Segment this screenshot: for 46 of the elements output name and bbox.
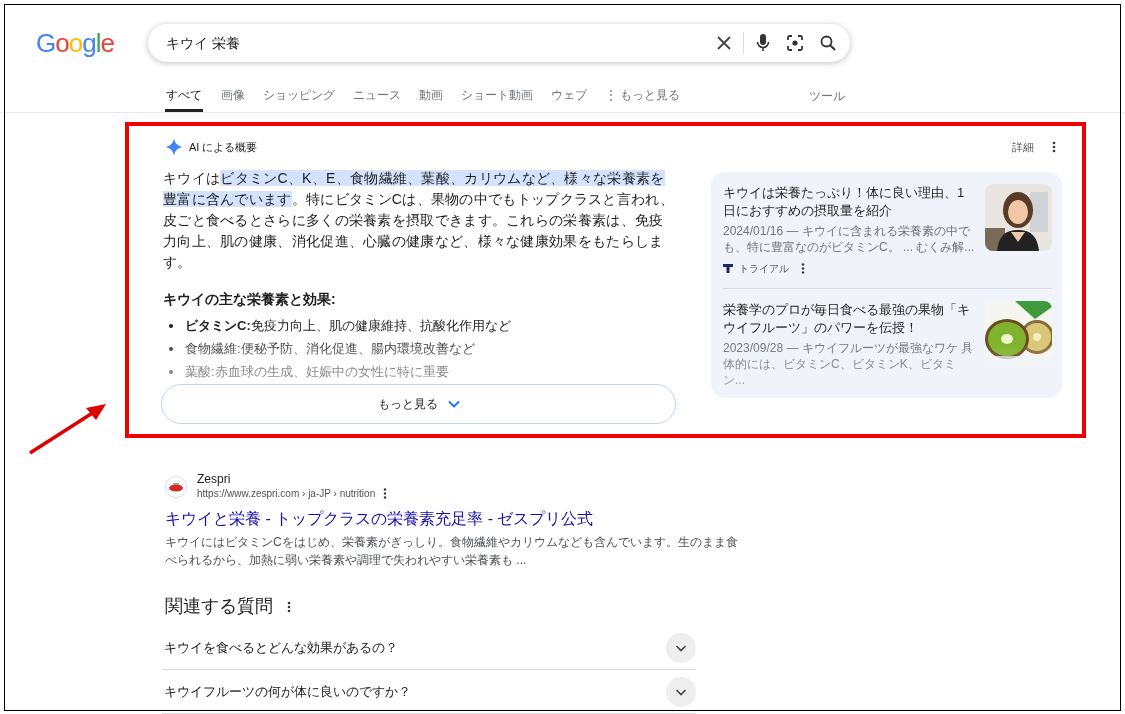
section-heading: キウイの主な栄養素と効果:: [163, 290, 337, 309]
search-tab[interactable]: ニュース: [353, 86, 401, 112]
sparkle-icon: [165, 138, 183, 156]
related-questions-heading: 関連する質問: [165, 595, 273, 618]
google-logo[interactable]: Google: [36, 23, 148, 63]
search-query: キウイ 栄養: [166, 33, 241, 53]
show-more-button[interactable]: もっと見る: [161, 384, 676, 424]
search-tab[interactable]: 動画: [419, 86, 443, 112]
source-title-link[interactable]: キウイは栄養たっぷり！体に良い理由、1日におすすめの摂取量を紹介: [723, 184, 977, 220]
source-name: トライアル: [739, 262, 789, 276]
search-icon[interactable]: [820, 35, 836, 51]
source-snippet: 2023/09/28 — キウイフルーツが最強なワケ 具体的には、ビタミンC、ビタミンK、ビタミン...: [723, 340, 975, 388]
more-options-icon[interactable]: [1052, 141, 1056, 153]
ai-overview-label: AI による概要: [189, 139, 258, 155]
bullet-text: 食物繊維:便秘予防、消化促進、腸内環境改善など: [185, 339, 475, 358]
overview-paragraph: キウイは ビタミンC、K、E、食物繊維、葉酸、カリウムなど、様々な栄養素を豊富に含んでいます。特にビタミンCは、果物の中でもトップクラスと言われ、皮ごと食べるとさらに多くの栄養素を摂取できます。これらの栄養素は、免疫力向上、肌の健康、消化促進、心臓の健康など、様々な健康効果をもたらします。: [163, 169, 675, 272]
result-snippet: キウイにはビタミンCをはじめ、栄養素がぎっしり。食物繊維やカリウムなども含んでいます。生のまま食べられるから、加熱に弱い栄養素や調理で失われやすい栄養素も ...: [165, 534, 739, 569]
question-row[interactable]: キウイフルーツの何が体に良いのですか？: [162, 670, 696, 714]
site-favicon-icon: [165, 475, 187, 498]
search-tab[interactable]: ショッピング: [263, 86, 335, 112]
more-options-icon[interactable]: [383, 488, 388, 499]
result-title-link[interactable]: キウイと栄養 - トップクラスの栄養素充足率 - ゼスプリ公式: [165, 507, 700, 531]
close-icon[interactable]: [717, 36, 731, 50]
search-tab[interactable]: ⋮ もっと見る: [605, 86, 681, 112]
source-logo-icon: [723, 264, 733, 273]
bullet-text: ビタミンC:免疫力向上、肌の健康維持、抗酸化作用など: [185, 316, 511, 335]
search-tab[interactable]: 画像: [221, 86, 245, 112]
site-name: Zespri: [197, 472, 232, 486]
microphone-icon[interactable]: [756, 34, 770, 52]
search-tab[interactable]: ショート動画: [461, 86, 533, 112]
details-link[interactable]: 詳細: [1012, 138, 1034, 156]
bullet-icon: [169, 346, 173, 351]
bullet-text: 葉酸:赤血球の生成、妊娠中の女性に特に重要: [185, 362, 449, 381]
more-options-icon[interactable]: [801, 263, 805, 274]
search-tab[interactable]: ウェブ: [551, 86, 587, 112]
source-title-link[interactable]: 栄養学のプロが毎日食べる最強の果物「キウイフルーツ」のパワーを伝授！: [723, 301, 977, 337]
more-options-icon[interactable]: [287, 600, 291, 613]
question-row[interactable]: キウイを食べるとどんな効果があるの？: [162, 626, 696, 670]
bullet-icon: [169, 323, 173, 328]
camera-icon[interactable]: [786, 34, 804, 52]
search-field[interactable]: キウイ 栄養: [148, 24, 850, 62]
tools-tab[interactable]: ツール: [809, 87, 845, 112]
site-url: https://www.zespri.com › ja-JP › nutrition: [197, 487, 376, 501]
source-snippet: 2024/01/16 — キウイに含まれる栄養素の中でも、特に豊富なのがビタミンC。 ... むくみ解...: [723, 223, 976, 255]
chevron-down-icon: [447, 400, 460, 408]
bullet-icon: [169, 369, 173, 374]
